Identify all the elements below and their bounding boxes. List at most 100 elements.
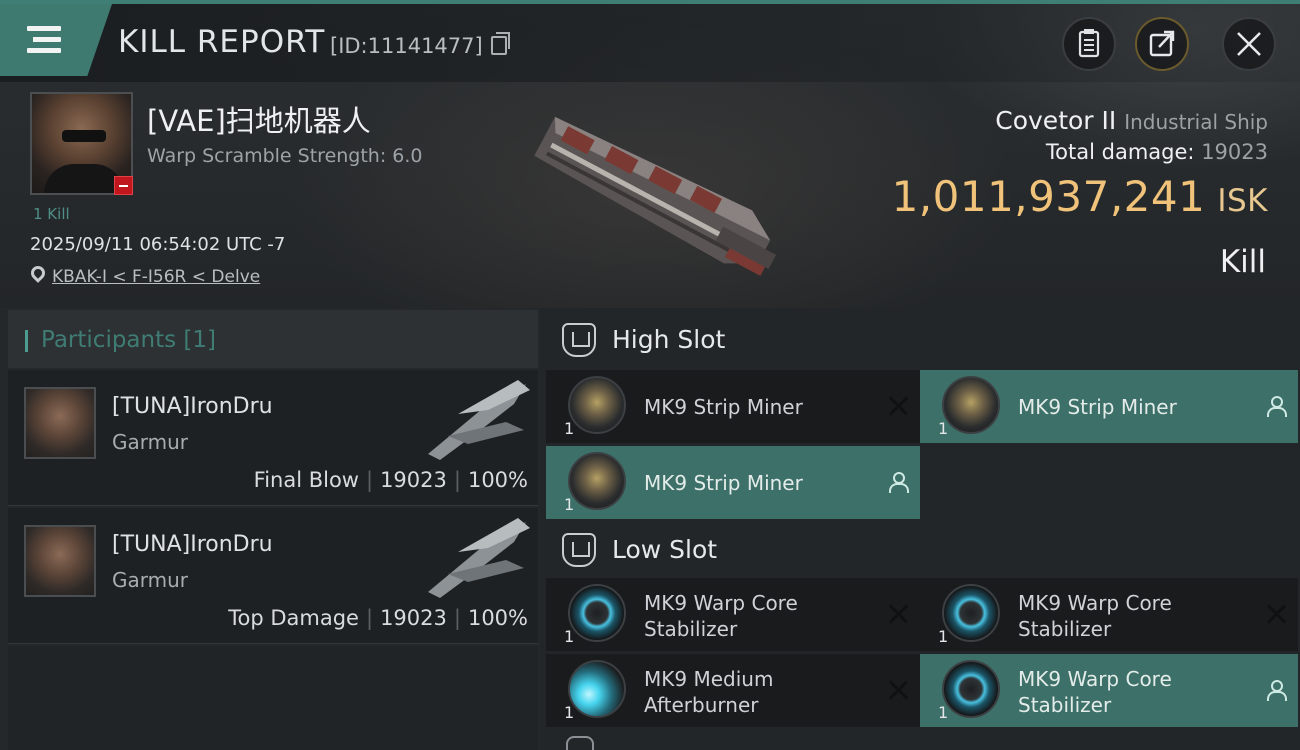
participant-role: Final Blow xyxy=(253,468,359,492)
module-slot[interactable]: 1 MK9 Strip Miner xyxy=(546,370,920,443)
next-section-header xyxy=(540,730,1300,750)
isk-unit: ISK xyxy=(1217,183,1268,219)
clipboard-button[interactable] xyxy=(1062,17,1116,71)
location-link[interactable]: KBAK-I < F-I56R < Delve xyxy=(52,267,260,287)
garmur-ship-icon xyxy=(428,380,530,460)
module-name: MK9 Warp Core Stabilizer xyxy=(1018,667,1172,717)
strip-miner-icon xyxy=(942,376,1000,434)
high-slot-header: High Slot xyxy=(540,308,1300,370)
victim-name[interactable]: [VAE]扫地机器人 xyxy=(147,98,371,140)
participant-ship: Garmur xyxy=(112,430,189,454)
ship-name: Covetor II xyxy=(995,106,1117,135)
participants-header[interactable]: Participants [1] xyxy=(8,310,538,368)
slot-section-icon xyxy=(566,736,594,750)
kill-report-header: KILL REPORT [ID:11141477] [VAE]扫地机器人 War… xyxy=(0,0,1300,308)
low-slot-label: Low Slot xyxy=(612,535,718,564)
clipboard-icon xyxy=(1078,29,1100,58)
participant-damage: 19023 xyxy=(380,606,447,630)
location-pin-icon xyxy=(28,263,48,283)
module-quantity: 1 xyxy=(938,627,949,646)
participant-damage: 19023 xyxy=(380,468,447,492)
ship-class: Industrial Ship xyxy=(1124,110,1268,134)
total-damage-value: 19023 xyxy=(1201,140,1268,164)
high-slot-icon xyxy=(562,323,596,357)
module-slot[interactable]: 1 MK9 Medium Afterburner xyxy=(546,654,920,727)
participant-name[interactable]: [TUNA]IronDru xyxy=(112,394,273,419)
strip-miner-icon xyxy=(568,452,626,510)
dropped-person-icon xyxy=(1266,396,1287,417)
close-button[interactable] xyxy=(1222,17,1276,71)
participants-empty-area xyxy=(8,646,538,750)
module-quantity: 1 xyxy=(564,419,575,438)
destroyed-x-icon xyxy=(888,680,908,700)
participant-avatar[interactable] xyxy=(24,387,96,459)
portrait-body xyxy=(44,164,124,193)
fitting-panel: High Slot 1 MK9 Strip Miner 1 MK9 Strip … xyxy=(540,308,1300,750)
module-name: MK9 Strip Miner xyxy=(1018,395,1177,419)
warp-scramble-strength: Warp Scramble Strength: 6.0 xyxy=(147,145,423,167)
participant-row[interactable]: [TUNA]IronDru Garmur Final Blow | 19023 | 10… xyxy=(8,370,538,506)
module-slot[interactable]: 1 MK9 Strip Miner xyxy=(920,370,1298,443)
kill-datetime: 2025/09/11 06:54:02 UTC -7 xyxy=(30,234,286,255)
victim-ship-image xyxy=(534,116,777,276)
participants-title: Participants [1] xyxy=(41,327,216,353)
page-title: KILL REPORT xyxy=(118,24,326,60)
high-slot-label: High Slot xyxy=(612,325,726,354)
separator: | xyxy=(365,468,374,492)
participant-row[interactable]: [TUNA]IronDru Garmur Top Damage | 19023 | 10… xyxy=(8,508,538,644)
module-name: MK9 Medium Afterburner xyxy=(644,667,774,717)
close-icon xyxy=(1237,32,1261,56)
separator: | xyxy=(453,606,461,630)
hostile-status-icon xyxy=(114,176,133,195)
destroyed-x-icon xyxy=(1266,604,1286,624)
module-quantity: 1 xyxy=(564,703,575,722)
isk-amount: 1,011,937,241 xyxy=(891,172,1206,221)
module-quantity: 1 xyxy=(564,627,575,646)
separator: | xyxy=(453,468,461,492)
dropped-person-icon xyxy=(1266,680,1287,701)
participant-stats: Top Damage | 19023 | 100% xyxy=(228,606,528,630)
module-name: MK9 Strip Miner xyxy=(644,471,803,495)
ship-type: Covetor II Industrial Ship xyxy=(995,106,1268,135)
module-name: MK9 Warp Core Stabilizer xyxy=(1018,591,1172,641)
kill-count: 1 Kill xyxy=(33,205,70,223)
sunglasses xyxy=(62,130,106,142)
garmur-ship-icon xyxy=(428,518,530,598)
dropped-person-icon xyxy=(888,472,909,493)
low-slot-icon xyxy=(562,533,596,567)
module-slot[interactable]: 1 MK9 Warp Core Stabilizer xyxy=(920,578,1298,651)
participants-panel: Participants [1] [TUNA]IronDru Garmur Fi… xyxy=(0,308,540,750)
module-slot[interactable]: 1 MK9 Warp Core Stabilizer xyxy=(546,578,920,651)
share-button[interactable] xyxy=(1135,17,1189,71)
warp-core-stabilizer-icon xyxy=(568,584,626,642)
participant-ship: Garmur xyxy=(112,568,189,592)
participant-percent: 100% xyxy=(467,606,528,630)
participants-count: [1] xyxy=(183,327,217,353)
participant-avatar[interactable] xyxy=(24,525,96,597)
total-damage: Total damage: 19023 xyxy=(1046,140,1268,164)
kill-result: Kill xyxy=(1219,244,1266,280)
module-slot[interactable]: 1 MK9 Strip Miner xyxy=(546,446,920,519)
report-id: [ID:11141477] xyxy=(330,34,483,58)
module-slot[interactable]: 1 MK9 Warp Core Stabilizer xyxy=(920,654,1298,727)
module-name: MK9 Warp Core Stabilizer xyxy=(644,591,798,641)
separator: | xyxy=(365,606,374,630)
total-damage-label: Total damage: xyxy=(1045,140,1195,164)
tab-accent xyxy=(25,330,28,352)
module-quantity: 1 xyxy=(564,495,575,514)
low-slot-header: Low Slot xyxy=(540,518,1300,580)
share-icon xyxy=(1149,30,1175,57)
copy-icon[interactable] xyxy=(491,32,510,55)
participant-percent: 100% xyxy=(467,468,528,492)
afterburner-icon xyxy=(568,660,626,718)
warp-core-stabilizer-icon xyxy=(942,584,1000,642)
module-quantity: 1 xyxy=(938,419,949,438)
participants-label: Participants xyxy=(41,327,177,353)
participant-role: Top Damage xyxy=(228,606,359,630)
participant-stats: Final Blow | 19023 | 100% xyxy=(254,468,528,492)
isk-value: 1,011,937,241 ISK xyxy=(892,172,1268,221)
participant-name[interactable]: [TUNA]IronDru xyxy=(112,532,273,557)
warp-core-stabilizer-icon xyxy=(942,660,1000,718)
destroyed-x-icon xyxy=(888,396,908,416)
module-quantity: 1 xyxy=(938,703,949,722)
